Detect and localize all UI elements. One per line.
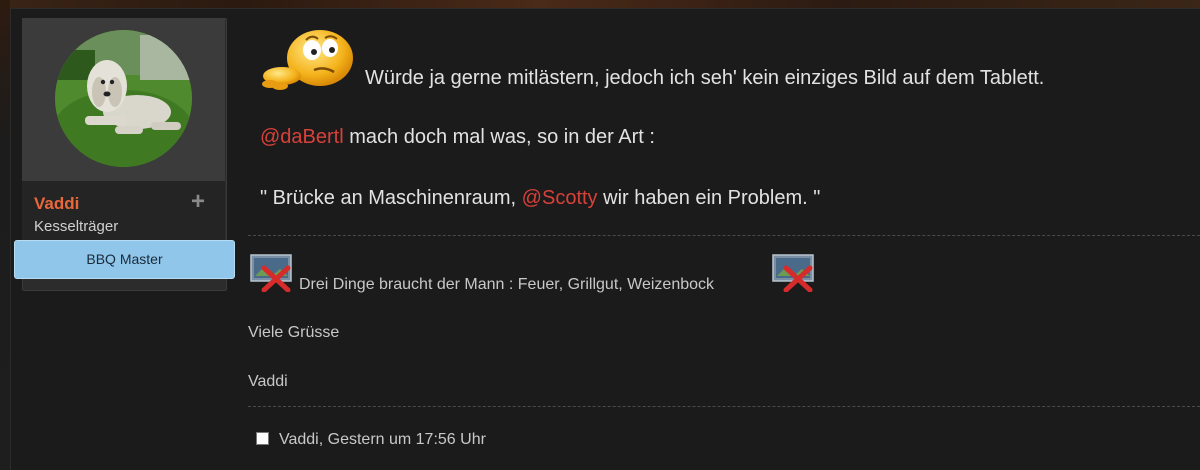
avatar-area [22,18,225,181]
plus-icon[interactable]: + [191,190,205,214]
broken-image-icon [250,254,292,292]
mention-scotty[interactable]: @Scotty [522,187,598,209]
user-banner: BBQ Master [14,240,235,279]
username-link[interactable]: Vaddi [34,194,79,214]
signature-line-1: Drei Dinge braucht der Mann : Feuer, Gri… [299,276,715,293]
signature-greeting: Viele Grüsse [248,324,340,341]
footer-separator [248,406,1200,407]
broken-image-icon [772,254,814,292]
mention-dabertl[interactable]: @daBertl [260,126,344,148]
post-meta-text[interactable]: Vaddi, Gestern um 17:56 Uhr [279,431,486,448]
signature-separator [248,235,1200,236]
post-line-2: @daBertl mach doch mal was, so in der Ar… [260,126,655,149]
post-line-2-text: mach doch mal was, so in der Art : [343,126,655,148]
post-line-1: Würde ja gerne mitlästern, jedoch ich se… [365,67,1045,89]
post-select-checkbox[interactable] [256,432,269,445]
post-meta: Vaddi, Gestern um 17:56 Uhr [256,431,486,449]
thinking-emoji-icon [262,30,353,90]
avatar[interactable] [55,30,192,167]
dog-avatar-icon [55,30,192,167]
user-title: Kesselträger [34,218,119,235]
side-background [0,0,10,469]
signature-name: Vaddi [248,373,288,390]
post-line-3-pre: " Brücke an Maschinenraum, [260,187,522,209]
post-line-3-post: wir haben ein Problem. " [597,187,821,209]
post-line-3: " Brücke an Maschinenraum, @Scotty wir h… [260,187,820,210]
